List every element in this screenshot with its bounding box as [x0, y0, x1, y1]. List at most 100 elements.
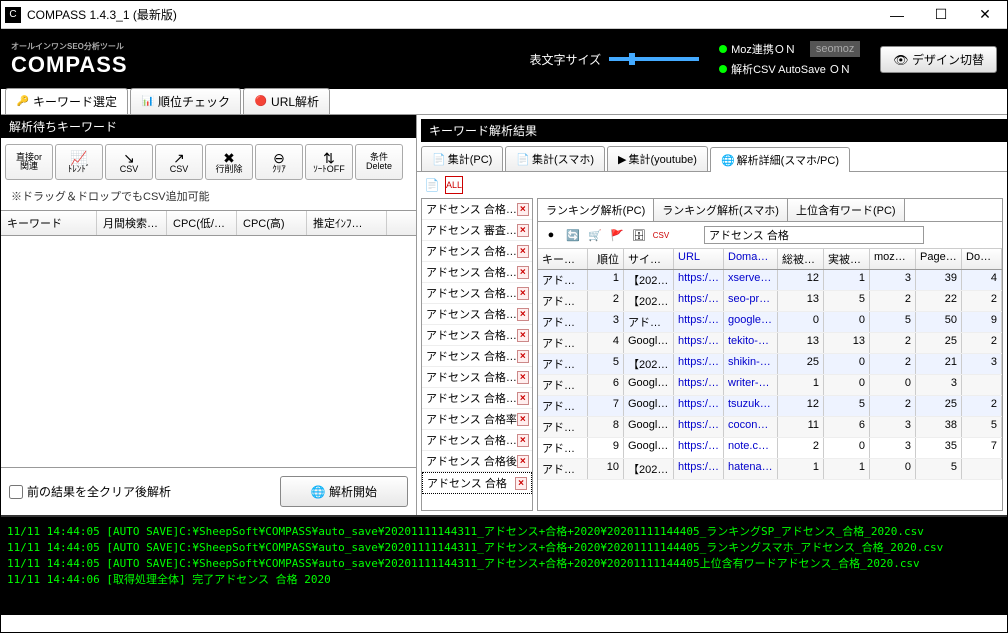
detail-col-header[interactable]: Doma…: [962, 249, 1002, 269]
detail-keyword-input[interactable]: [704, 226, 924, 244]
design-toggle-button[interactable]: デザイン切替: [880, 46, 997, 73]
detail-row[interactable]: アドセン…3アドセン…https:/…google…005509: [538, 312, 1002, 333]
detail-row[interactable]: アドセン…10【2020…https:/…hatena…1105: [538, 459, 1002, 480]
keyword-row[interactable]: アドセンス 合格…×: [422, 241, 532, 262]
keyword-row[interactable]: アドセンス 合格…×: [422, 430, 532, 451]
detail-tab[interactable]: ランキング解析(PC): [538, 199, 654, 221]
csv-icon[interactable]: CSV: [652, 226, 670, 244]
minimize-button[interactable]: —: [875, 1, 919, 29]
keyword-row[interactable]: アドセンス 合格…×: [422, 325, 532, 346]
doc-icon[interactable]: 📄: [423, 176, 441, 194]
db-icon[interactable]: 🗄: [630, 226, 648, 244]
row-del-btn[interactable]: ✖行削除: [205, 144, 253, 180]
drag-drop-note: ※ドラッグ＆ドロップでもCSV追加可能: [1, 186, 416, 210]
left-panel: 解析待ちキーワード 直接or 関連📈ﾄﾚﾝﾄﾞ↘CSV↗CSV✖行削除⊖ｸﾘｱ⇅…: [1, 115, 417, 515]
csv-up-btn[interactable]: ↗CSV: [155, 144, 203, 180]
keyword-row[interactable]: アドセンス 合格…×: [422, 346, 532, 367]
remove-icon[interactable]: ×: [517, 392, 529, 405]
left-grid-header: キーワード月間検索…CPC(低/…CPC(高)推定ｲﾝﾌ…: [1, 210, 416, 236]
remove-icon[interactable]: ×: [517, 224, 529, 237]
subtab[interactable]: ▶集計(youtube): [607, 146, 708, 171]
remove-icon[interactable]: ×: [517, 413, 529, 426]
circle-icon[interactable]: ●: [542, 226, 560, 244]
remove-icon[interactable]: ×: [517, 371, 529, 384]
detail-col-header[interactable]: Page …: [916, 249, 962, 269]
left-col-header[interactable]: CPC(高): [237, 211, 307, 235]
remove-icon[interactable]: ×: [517, 266, 529, 279]
keyword-row[interactable]: アドセンス 合格…×: [422, 283, 532, 304]
direct-btn[interactable]: 直接or 関連: [5, 144, 53, 180]
keyword-row[interactable]: アドセンス 合格…×: [422, 388, 532, 409]
log-console[interactable]: 11/11 14:44:05 [AUTO SAVE]C:¥SheepSoft¥C…: [1, 515, 1007, 615]
left-col-header[interactable]: CPC(低/…: [167, 211, 237, 235]
remove-icon[interactable]: ×: [517, 350, 529, 363]
remove-icon[interactable]: ×: [517, 308, 529, 321]
detail-col-header[interactable]: サイトタ…: [624, 249, 674, 269]
left-col-header[interactable]: 推定ｲﾝﾌ…: [307, 211, 387, 235]
csv-down-btn[interactable]: ↘CSV: [105, 144, 153, 180]
detail-col-header[interactable]: キーワ…: [538, 249, 588, 269]
keyword-row[interactable]: アドセンス 合格×: [422, 472, 532, 494]
remove-icon[interactable]: ×: [517, 329, 529, 342]
trend-btn[interactable]: 📈ﾄﾚﾝﾄﾞ: [55, 144, 103, 180]
keyword-row[interactable]: アドセンス 合格…×: [422, 304, 532, 325]
clear-btn[interactable]: ⊖ｸﾘｱ: [255, 144, 303, 180]
keyword-row[interactable]: アドセンス 合格…×: [422, 367, 532, 388]
detail-col-header[interactable]: URL: [674, 249, 724, 269]
detail-tab[interactable]: ランキング解析(スマホ): [654, 199, 788, 221]
refresh-icon[interactable]: 🔄: [564, 226, 582, 244]
keyword-row[interactable]: アドセンス 合格…×: [422, 262, 532, 283]
sort-off-btn[interactable]: ⇅ｿｰﾄOFF: [305, 144, 353, 180]
keyword-row[interactable]: アドセンス 合格率×: [422, 409, 532, 430]
detail-row[interactable]: アドセン…5【2020…https:/…shikin-…2502213: [538, 354, 1002, 375]
keyword-list[interactable]: アドセンス 合格…×アドセンス 審査…×アドセンス 合格…×アドセンス 合格…×…: [421, 198, 533, 511]
detail-col-header[interactable]: Doma…: [724, 249, 778, 269]
tab-keyword[interactable]: 🔑キーワード選定: [5, 88, 128, 114]
subtab[interactable]: 🌐解析詳細(スマホ/PC): [710, 147, 850, 172]
detail-col-header[interactable]: mozR…: [870, 249, 916, 269]
magnifier-icon: 🔑: [16, 95, 30, 109]
maximize-button[interactable]: ☐: [919, 1, 963, 29]
remove-icon[interactable]: ×: [517, 287, 529, 300]
mini-icon-row: 📄 ALL: [417, 172, 1007, 198]
left-col-header[interactable]: 月間検索…: [97, 211, 167, 235]
clear-results-checkbox[interactable]: 前の結果を全クリア後解析: [9, 483, 171, 500]
cart-icon[interactable]: 🛒: [586, 226, 604, 244]
subtab[interactable]: 📄集計(PC): [421, 146, 503, 171]
close-button[interactable]: ✕: [963, 1, 1007, 29]
left-col-header[interactable]: キーワード: [1, 211, 97, 235]
detail-row[interactable]: アドセン…6Google…https:/…writer-…1003: [538, 375, 1002, 396]
left-grid-body[interactable]: [1, 236, 416, 467]
right-panel-header: キーワード解析結果: [421, 119, 1007, 142]
tab-url-analysis[interactable]: 🔴URL解析: [243, 88, 330, 114]
detail-row[interactable]: アドセン…7Google…https:/…tsuzuki…1252252: [538, 396, 1002, 417]
detail-row[interactable]: アドセン…9Google…https:/…note.co…203357: [538, 438, 1002, 459]
detail-row[interactable]: アドセン…2【2020…https:/…seo-pr…1352222: [538, 291, 1002, 312]
remove-icon[interactable]: ×: [517, 434, 529, 447]
font-size-slider[interactable]: [609, 57, 699, 61]
detail-row[interactable]: アドセン…4Google…https:/…tekito-…13132252: [538, 333, 1002, 354]
flag-icon[interactable]: 🚩: [608, 226, 626, 244]
result-subtabs: 📄集計(PC)📄集計(スマホ)▶集計(youtube)🌐解析詳細(スマホ/PC): [417, 142, 1007, 172]
keyword-row[interactable]: アドセンス 審査…×: [422, 220, 532, 241]
detail-tab[interactable]: 上位含有ワード(PC): [788, 199, 905, 221]
detail-col-header[interactable]: 実被リ…: [824, 249, 870, 269]
detail-col-header[interactable]: 順位: [588, 249, 624, 269]
detail-tabs: ランキング解析(PC)ランキング解析(スマホ)上位含有ワード(PC): [538, 199, 1002, 222]
subtab[interactable]: 📄集計(スマホ): [505, 146, 605, 171]
keyword-row[interactable]: アドセンス 合格…×: [422, 199, 532, 220]
detail-grid[interactable]: キーワ…順位サイトタ…URLDoma…総被リ…実被リ…mozR…Page …Do…: [538, 249, 1002, 510]
detail-row[interactable]: アドセン…8Google…https:/…cocona…1163385: [538, 417, 1002, 438]
main-tabs: 🔑キーワード選定 📊順位チェック 🔴URL解析: [1, 89, 1007, 115]
all-icon[interactable]: ALL: [445, 176, 463, 194]
detail-col-header[interactable]: 総被リ…: [778, 249, 824, 269]
remove-icon[interactable]: ×: [517, 455, 529, 468]
remove-icon[interactable]: ×: [515, 477, 527, 490]
detail-row[interactable]: アドセン…1【2020…https:/…xserver.…1213394: [538, 270, 1002, 291]
tab-rank-check[interactable]: 📊順位チェック: [130, 88, 241, 114]
analyze-button[interactable]: 解析開始: [280, 476, 408, 507]
remove-icon[interactable]: ×: [517, 203, 529, 216]
remove-icon[interactable]: ×: [517, 245, 529, 258]
keyword-row[interactable]: アドセンス 合格後×: [422, 451, 532, 472]
cond-del-btn[interactable]: 条件 Delete: [355, 144, 403, 180]
